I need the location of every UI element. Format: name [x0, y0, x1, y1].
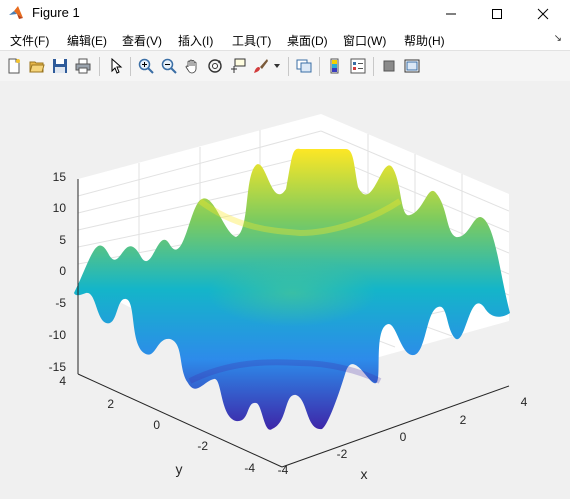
zoom-in-icon — [138, 58, 154, 74]
toolbar-separator — [373, 57, 374, 76]
open-file-icon — [29, 61, 45, 73]
brush-dropdown-icon — [274, 64, 280, 68]
brush-dropdown-button[interactable] — [272, 57, 282, 75]
z-tick-label: -15 — [49, 360, 67, 374]
rotate-3d-icon — [208, 59, 222, 73]
legend-button[interactable] — [349, 57, 367, 75]
colorbar-button[interactable] — [326, 57, 344, 75]
menu-insert[interactable]: 插入(I) — [178, 32, 213, 49]
z-tick-label: -10 — [49, 328, 67, 342]
open-file-button[interactable] — [28, 57, 46, 75]
y-tick-label: 4 — [59, 374, 66, 388]
menu-dock-arrow-icon[interactable]: ↘ — [554, 33, 562, 44]
pan-button[interactable] — [183, 57, 201, 75]
save-icon — [53, 59, 67, 73]
y-tick-label: 0 — [153, 418, 160, 432]
hide-plot-tools-icon — [383, 60, 395, 72]
matlab-logo-icon — [9, 6, 23, 19]
y-axis-label: y — [176, 461, 183, 477]
menu-file[interactable]: 文件(F) — [10, 32, 49, 49]
link-plot-button[interactable] — [295, 57, 313, 75]
link-plot-icon — [296, 59, 312, 73]
rotate-3d-button[interactable] — [206, 57, 224, 75]
maximize-button[interactable] — [474, 0, 520, 28]
figure-toolbar — [0, 50, 570, 82]
x-tick-label: -4 — [278, 463, 289, 477]
new-figure-button[interactable] — [5, 57, 23, 75]
maximize-icon — [492, 9, 502, 19]
x-tick-label: 2 — [460, 413, 467, 427]
show-plot-tools-icon — [404, 59, 420, 73]
x-tick-label: 0 — [400, 430, 407, 444]
colorbar-icon — [330, 58, 339, 74]
print-button[interactable] — [74, 57, 92, 75]
zoom-out-icon — [161, 58, 177, 74]
x-tick-label: -2 — [337, 447, 348, 461]
menu-desktop[interactable]: 桌面(D) — [287, 32, 328, 49]
menu-view[interactable]: 查看(V) — [122, 32, 162, 49]
zoom-out-button[interactable] — [160, 57, 178, 75]
x-axis-label: x — [361, 466, 368, 482]
pointer-button[interactable] — [107, 57, 125, 75]
menu-tools[interactable]: 工具(T) — [232, 32, 271, 49]
menu-window[interactable]: 窗口(W) — [343, 32, 386, 49]
figure-window: Figure 1 文件(F) 编辑(E) 查看(V) 插入(I) 工具(T) 桌… — [0, 0, 570, 499]
z-tick-label: 0 — [59, 264, 66, 278]
toolbar-separator — [99, 57, 100, 76]
window-title: Figure 1 — [32, 5, 80, 20]
close-icon — [537, 8, 549, 20]
brush-button[interactable] — [252, 57, 270, 75]
y-tick-label: -4 — [244, 461, 255, 475]
menu-help[interactable]: 帮助(H) — [404, 32, 445, 49]
legend-icon — [350, 58, 366, 74]
toolbar-separator — [288, 57, 289, 76]
z-tick-label: -5 — [55, 296, 66, 310]
y-tick-label: -2 — [197, 439, 208, 453]
z-tick-label: 5 — [59, 233, 66, 247]
print-icon — [75, 58, 91, 74]
close-button[interactable] — [520, 0, 566, 28]
zoom-in-button[interactable] — [137, 57, 155, 75]
data-cursor-button[interactable] — [229, 57, 247, 75]
menu-edit[interactable]: 编辑(E) — [67, 32, 107, 49]
title-bar: Figure 1 — [0, 0, 570, 28]
show-plot-tools-button[interactable] — [403, 57, 421, 75]
hide-plot-tools-button[interactable] — [380, 57, 398, 75]
brush-icon — [254, 59, 268, 73]
surface-plot[interactable]: 15 10 5 0 -5 -10 -15 4 2 0 -2 -4 -4 -2 0 — [0, 81, 570, 499]
z-tick-label: 10 — [53, 201, 67, 215]
new-figure-icon — [8, 58, 20, 74]
minimize-icon — [446, 13, 456, 15]
z-tick-label: 15 — [53, 170, 67, 184]
toolbar-separator — [319, 57, 320, 76]
save-button[interactable] — [51, 57, 69, 75]
pointer-icon — [111, 58, 123, 74]
x-tick-label: 4 — [521, 395, 528, 409]
toolbar-separator — [130, 57, 131, 76]
minimize-button[interactable] — [428, 0, 474, 28]
menu-bar: 文件(F) 编辑(E) 查看(V) 插入(I) 工具(T) 桌面(D) 窗口(W… — [0, 28, 570, 50]
z-axis-ticks: 15 10 5 0 -5 -10 -15 — [49, 170, 67, 374]
data-cursor-icon — [231, 58, 246, 73]
y-tick-label: 2 — [107, 397, 114, 411]
figure-canvas[interactable]: 15 10 5 0 -5 -10 -15 4 2 0 -2 -4 -4 -2 0 — [0, 81, 570, 499]
pan-icon — [185, 59, 197, 74]
